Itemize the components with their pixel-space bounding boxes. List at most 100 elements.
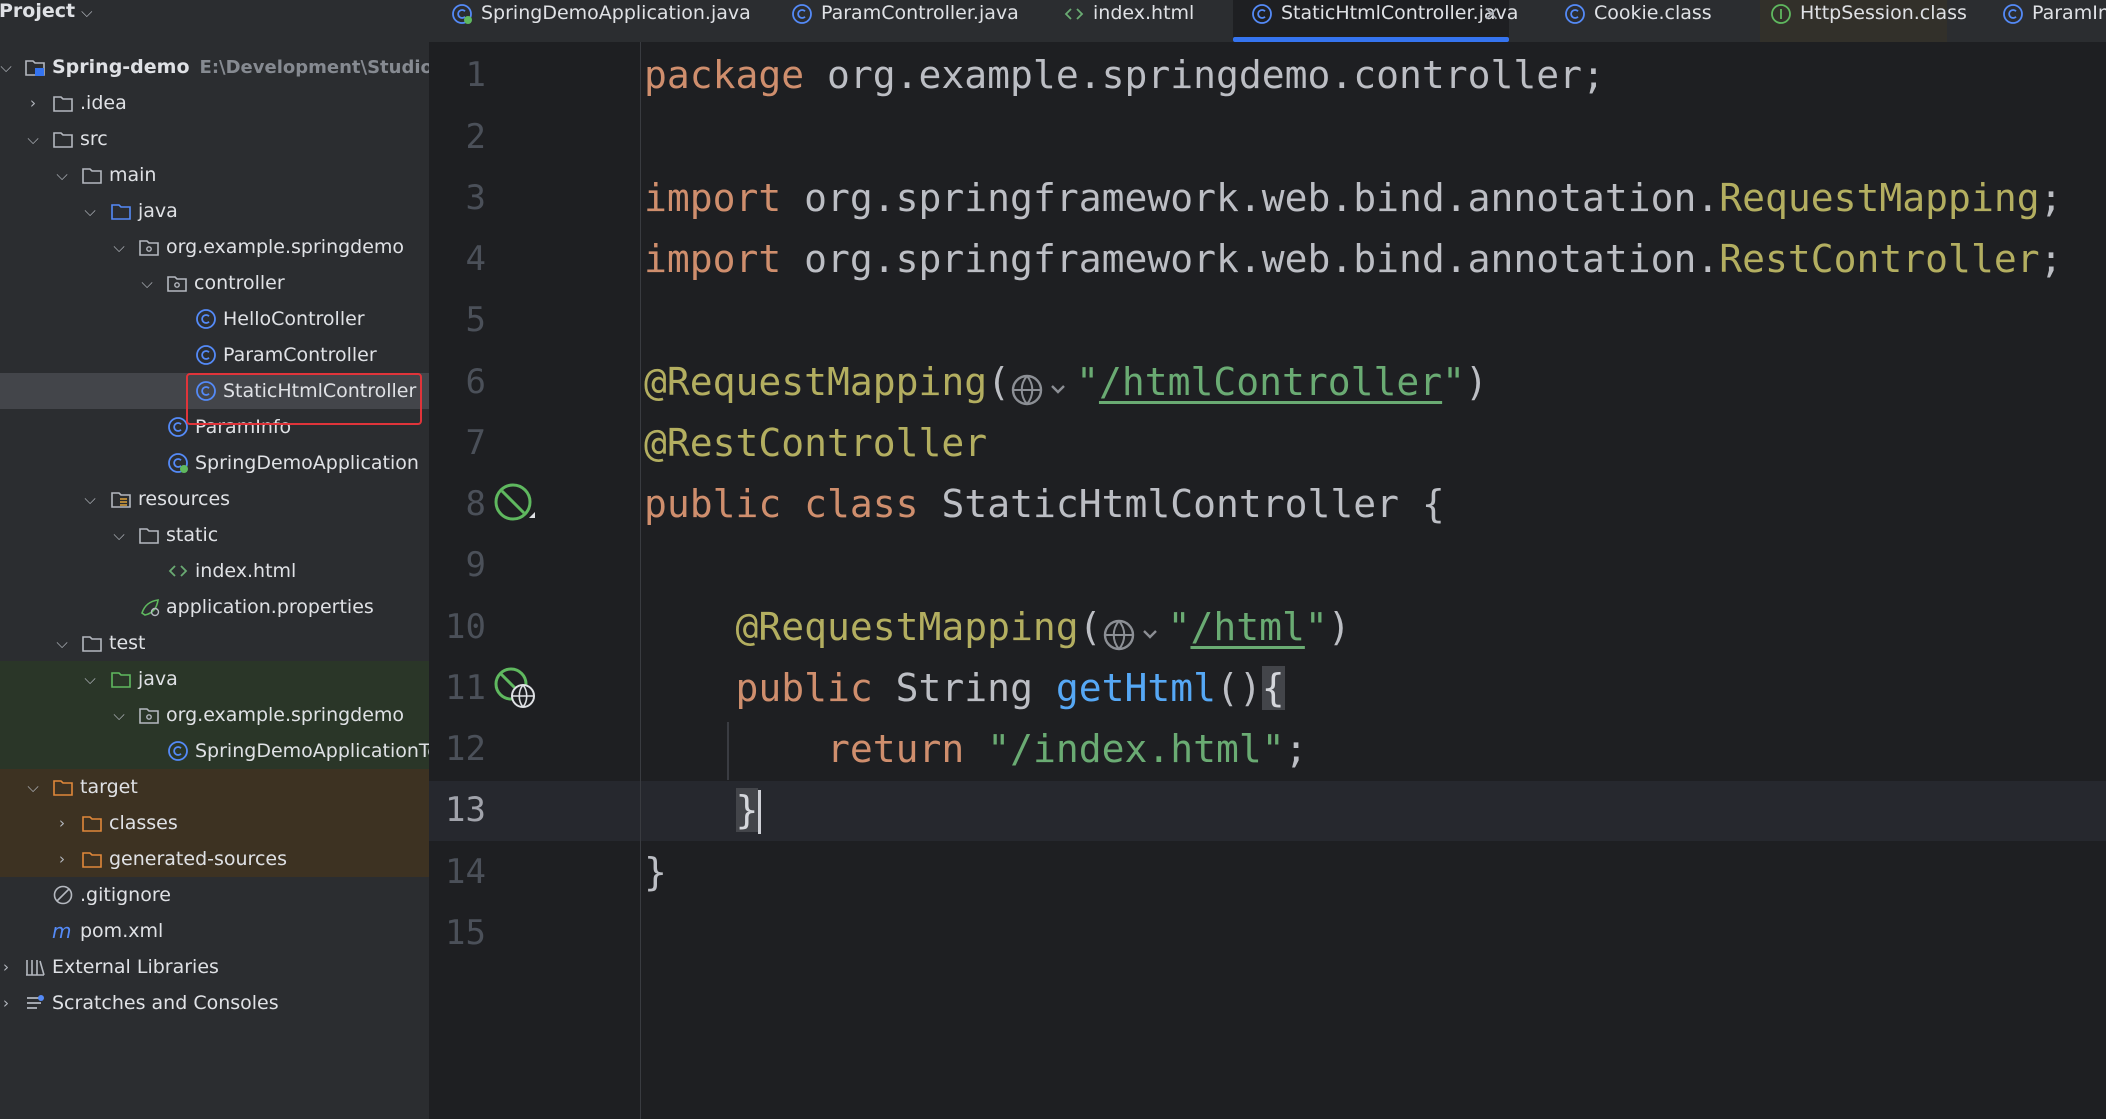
- tree-item-label: static: [166, 524, 219, 546]
- code-line-12[interactable]: return "/index.html";: [644, 719, 1307, 780]
- code-line-4[interactable]: import org.springframework.web.bind.anno…: [644, 229, 2062, 290]
- excluded-folder-icon: [53, 780, 73, 796]
- tree-item-package[interactable]: ⌵ org.example.springdemo: [0, 229, 429, 265]
- tree-item-generated-sources[interactable]: › generated-sources: [0, 841, 429, 877]
- code-line-11[interactable]: public String getHtml(){: [644, 658, 1285, 719]
- tree-item-classes[interactable]: › classes: [0, 805, 429, 841]
- code-line-7[interactable]: @RestController: [644, 413, 987, 474]
- method-name: getHtml: [1055, 666, 1216, 710]
- chevron-down-icon[interactable]: ⌵: [111, 697, 127, 733]
- tree-item-external-libraries[interactable]: › External Libraries: [0, 949, 429, 985]
- line-number: 1: [465, 55, 486, 95]
- chevron-right-icon[interactable]: ›: [54, 841, 70, 877]
- tree-item-controller[interactable]: ⌵ controller: [0, 265, 429, 301]
- interface-icon: [1771, 4, 1791, 24]
- line-number: 3: [465, 178, 486, 218]
- maven-icon: m: [52, 920, 71, 942]
- tree-item-test-java[interactable]: ⌵ java: [0, 661, 429, 697]
- tree-item-hellocontroller[interactable]: HelloController: [0, 301, 429, 337]
- chevron-right-icon[interactable]: ›: [54, 805, 70, 841]
- code-line-14[interactable]: }: [644, 842, 667, 903]
- tree-item-idea[interactable]: › .idea: [0, 85, 429, 121]
- line-number: 9: [465, 545, 486, 585]
- tab-statichtmlcontroller[interactable]: StaticHtmlController.java ×: [1233, 0, 1518, 42]
- code-line-6[interactable]: @RequestMapping("/htmlController"): [644, 352, 1488, 413]
- chevron-down-icon[interactable]: ⌵: [82, 481, 98, 517]
- globe-icon: [1103, 619, 1157, 650]
- keyword: import: [644, 237, 782, 281]
- chevron-down-icon[interactable]: ⌵: [139, 265, 155, 301]
- line-number: 10: [445, 607, 486, 647]
- code-text: ): [1327, 605, 1351, 649]
- code-line-10[interactable]: @RequestMapping("/html"): [644, 597, 1351, 658]
- url-link[interactable]: /html: [1190, 605, 1304, 649]
- tree-item-label: ParamController: [223, 344, 377, 366]
- code-text: org.springframework.web.bind.annotation.: [781, 237, 1720, 281]
- string-quote: ": [1167, 605, 1191, 649]
- tree-item-spring-demo[interactable]: ⌵ Spring-demo E:\Development\StudioProjec…: [0, 49, 429, 85]
- tree-item-application-properties[interactable]: application.properties: [0, 589, 429, 625]
- chevron-down-icon[interactable]: ⌵: [0, 49, 14, 85]
- chevron-down-icon[interactable]: ⌵: [82, 193, 98, 229]
- chevron-down-icon[interactable]: ⌵: [111, 229, 127, 265]
- class-reference: RestController: [1719, 237, 2040, 281]
- project-view-selector[interactable]: Project ⌵: [0, 0, 92, 22]
- code-line-3[interactable]: import org.springframework.web.bind.anno…: [644, 168, 2062, 229]
- spring-bean-gutter-icon[interactable]: [493, 482, 537, 526]
- url-link[interactable]: /htmlController: [1099, 360, 1442, 404]
- folder-icon: [82, 168, 102, 184]
- tree-item-target[interactable]: ⌵ target: [0, 769, 429, 805]
- tree-item-static[interactable]: ⌵ static: [0, 517, 429, 553]
- chevron-down-icon[interactable]: ⌵: [25, 769, 41, 805]
- tree-item-resources[interactable]: ⌵ resources: [0, 481, 429, 517]
- tab-label: HttpSession.class: [1800, 2, 1967, 24]
- chevron-right-icon[interactable]: ›: [25, 85, 41, 121]
- tree-item-springdemoapplicationtests[interactable]: SpringDemoApplicationTests: [0, 733, 429, 769]
- chevron-down-icon[interactable]: ⌵: [82, 661, 98, 697]
- svg-text:m: m: [52, 920, 71, 942]
- closing-brace: }: [644, 850, 667, 894]
- chevron-down-icon[interactable]: ⌵: [25, 121, 41, 157]
- close-icon[interactable]: ×: [1483, 0, 1500, 26]
- request-mapping-gutter-icon[interactable]: [493, 666, 537, 710]
- url-inlay-hint[interactable]: [1102, 611, 1168, 650]
- code-line-1[interactable]: package org.example.springdemo.controlle…: [644, 45, 1605, 106]
- library-icon: [26, 960, 45, 976]
- tree-item-springdemoapplication[interactable]: SpringDemoApplication: [0, 445, 429, 481]
- code-line-13[interactable]: }: [644, 780, 759, 841]
- chevron-down-icon[interactable]: ⌵: [54, 157, 70, 193]
- project-header[interactable]: Project ⌵: [0, 0, 429, 26]
- tree-item-label: HelloController: [223, 308, 365, 330]
- properties-file-icon: [141, 599, 160, 617]
- code-text: ;: [2039, 176, 2063, 220]
- chevron-down-icon[interactable]: ⌵: [81, 3, 92, 21]
- resources-folder-icon: [111, 492, 131, 508]
- spring-boot-class-icon: [168, 453, 188, 473]
- tree-item-scratches-and-consoles[interactable]: › Scratches and Consoles: [0, 985, 429, 1021]
- chevron-right-icon[interactable]: ›: [0, 949, 14, 985]
- tree-item-main[interactable]: ⌵ main: [0, 157, 429, 193]
- spring-boot-class-icon: [452, 4, 472, 24]
- tree-item-label: application.properties: [166, 596, 374, 618]
- tree-item-pom-xml[interactable]: m pom.xml: [0, 913, 429, 949]
- code-text: org.springframework.web.bind.annotation.: [781, 176, 1720, 220]
- chevron-down-icon[interactable]: ⌵: [111, 517, 127, 553]
- tree-item-java[interactable]: ⌵ java: [0, 193, 429, 229]
- keyword: import: [644, 176, 782, 220]
- url-inlay-hint[interactable]: [1010, 366, 1076, 405]
- tree-item-label: main: [109, 164, 157, 186]
- tree-item-test-package[interactable]: ⌵ org.example.springdemo: [0, 697, 429, 733]
- tree-item-gitignore[interactable]: .gitignore: [0, 877, 429, 913]
- tree-item-paramcontroller[interactable]: ParamController: [0, 337, 429, 373]
- tree-item-src[interactable]: ⌵ src: [0, 121, 429, 157]
- chevron-right-icon[interactable]: ›: [0, 985, 14, 1021]
- line-number: 5: [465, 300, 486, 340]
- chevron-down-icon[interactable]: ⌵: [54, 625, 70, 661]
- code-text: ;: [2039, 237, 2063, 281]
- tree-item-test[interactable]: ⌵ test: [0, 625, 429, 661]
- tab-httpsession-class[interactable]: HttpSession.class: [1760, 0, 1967, 42]
- tree-item-index-html[interactable]: index.html: [0, 553, 429, 589]
- tree-item-label: controller: [194, 272, 285, 294]
- code-line-8[interactable]: public class StaticHtmlController {: [644, 474, 1445, 535]
- tree-item-label: classes: [109, 812, 178, 834]
